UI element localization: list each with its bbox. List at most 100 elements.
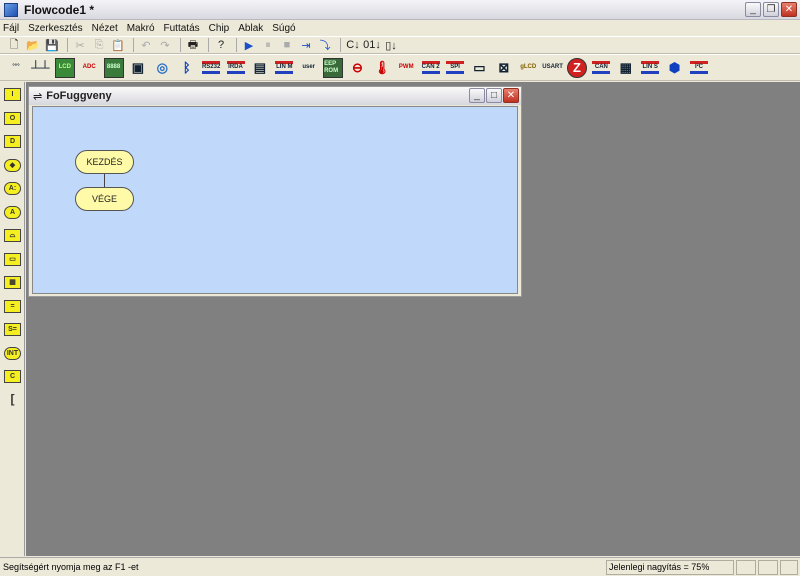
minimize-button[interactable]: _	[745, 2, 761, 17]
menu-2[interactable]: Nézet	[92, 23, 118, 34]
components-toolbar: °°° ┴┴ LCD ADC 8888 ▣ ◎ ᛒ RS232 IRDA ▤ LIN M user EEP…	[0, 54, 800, 81]
alarm-icon[interactable]: ⊖	[347, 58, 367, 78]
start-node[interactable]: KEZDÉS	[75, 150, 134, 174]
toolbar-separator	[236, 38, 237, 52]
user-component-icon[interactable]: user	[299, 58, 319, 78]
palette-item-6[interactable]: ⌓	[4, 229, 21, 242]
seven-seg-icon[interactable]: 8888	[103, 57, 124, 78]
switches-icon[interactable]: ┴┴	[30, 58, 50, 78]
child-maximize-button[interactable]: □	[486, 88, 502, 103]
keypad-icon[interactable]: ▣	[128, 58, 148, 78]
icon-label: LIN S	[642, 64, 658, 70]
child-close-button[interactable]: ✕	[503, 88, 519, 103]
flowchart-window-titlebar[interactable]: ⇌ FoFuggveny	[29, 87, 521, 105]
palette-item-12[interactable]: C	[4, 370, 21, 383]
palette-item-4[interactable]: A:	[4, 182, 21, 195]
paste-icon[interactable]: 📋	[110, 37, 126, 53]
child-minimize-button[interactable]: _	[469, 88, 485, 103]
open-icon[interactable]: 📂	[25, 37, 41, 53]
thermometer-icon[interactable]: 🌡	[372, 58, 392, 78]
i2c-icon[interactable]: I²C	[689, 58, 709, 78]
lin-slave-icon[interactable]: LIN S	[640, 58, 660, 78]
icon-label: ⬢	[668, 60, 681, 75]
compile-hex-icon[interactable]: 01↓	[363, 37, 381, 53]
icon-label: RS232	[201, 64, 221, 70]
palette-item-2[interactable]: D	[4, 135, 21, 148]
standard-toolbar: 🗋 📂 💾 ✂ ⎘ 📋 ↶ ↷ 🖶? ▶ ⏸ ■ ⇥ ⤵ C↓ 01↓ ▯↓	[0, 36, 800, 54]
palette-item-13[interactable]: [	[4, 393, 21, 407]
keypad-matrix-icon[interactable]: ▦	[616, 58, 636, 78]
new-icon[interactable]: 🗋	[6, 37, 22, 53]
irda-icon[interactable]: IRDA	[226, 58, 246, 78]
status-panel	[780, 560, 798, 575]
palette-item-7[interactable]: ▭	[4, 252, 21, 266]
robot-icon[interactable]: ⬢	[665, 58, 685, 78]
pwm-icon[interactable]: PWM	[396, 58, 416, 78]
palette-item-10[interactable]: S=	[4, 323, 21, 336]
icon-label: I²C	[694, 64, 703, 70]
compile-c-icon[interactable]: C↓	[345, 37, 361, 53]
stop-icon[interactable]: ■	[279, 37, 295, 53]
web-icon[interactable]: ◎	[152, 58, 172, 78]
tftp-icon[interactable]: ▭	[469, 58, 489, 78]
bluetooth-icon[interactable]: ᛒ	[177, 58, 197, 78]
step-into-icon[interactable]: ⇥	[298, 37, 314, 53]
leds-icon[interactable]: °°°	[6, 58, 26, 78]
save-icon[interactable]: 💾	[44, 37, 60, 53]
redo-icon[interactable]: ↷	[157, 37, 173, 53]
mdi-workspace: ⇌ FoFuggveny _ □ ✕ KEZDÉS VÉGE	[26, 82, 800, 556]
icon-label: Z	[573, 60, 581, 75]
palette-item-8[interactable]: ▦	[4, 276, 21, 289]
compile-chip-icon[interactable]: ▯↓	[383, 37, 399, 53]
icon-label: ▦	[619, 60, 632, 75]
step-over-icon[interactable]: ⤵	[317, 37, 333, 53]
menu-4[interactable]: Futtatás	[164, 23, 200, 34]
zigbee-icon[interactable]: Z	[566, 57, 587, 78]
palette-item-0[interactable]: I	[4, 88, 21, 101]
usart-icon[interactable]: USART	[542, 58, 563, 78]
copy-icon[interactable]: ⎘	[91, 37, 107, 53]
close-button[interactable]: ✕	[781, 2, 797, 17]
palette-item-9[interactable]: =	[4, 299, 21, 313]
flowchart-icon-palette: I O D ◆ A: A ⌓ ▭ ▦ = S= INT C [	[0, 82, 25, 556]
run-icon[interactable]: ▶	[241, 37, 257, 53]
glcd-icon[interactable]: gLCD	[518, 58, 538, 78]
lcd-icon[interactable]: LCD	[54, 57, 75, 78]
connector-line	[104, 173, 105, 188]
spi-icon[interactable]: SPI	[445, 58, 465, 78]
undo-icon[interactable]: ↶	[138, 37, 154, 53]
menu-6[interactable]: Ablak	[238, 23, 263, 34]
end-node[interactable]: VÉGE	[75, 187, 134, 211]
rs232-icon[interactable]: RS232	[201, 58, 221, 78]
file-icon[interactable]: ▤	[250, 58, 270, 78]
menu-7[interactable]: Súgó	[272, 23, 295, 34]
print-icon[interactable]: 🖶	[185, 37, 201, 53]
toolbar-separator	[67, 38, 68, 52]
cut-icon[interactable]: ✂	[72, 37, 88, 53]
restore-button[interactable]: ❐	[763, 2, 779, 17]
help-icon[interactable]: ?	[213, 37, 229, 53]
palette-item-3[interactable]: ◆	[4, 158, 21, 172]
palette-item-5[interactable]: A	[4, 205, 21, 219]
menu-bar: Fájl Szerkesztés Nézet Makró Futtatás Chip Abl…	[0, 20, 800, 36]
window-title: Flowcode1 *	[24, 2, 95, 17]
menu-5[interactable]: Chip	[209, 23, 230, 34]
title-bar: Flowcode1 * _ ❐ ✕	[0, 0, 800, 20]
eeprom-icon[interactable]: EEP ROM	[323, 57, 344, 78]
adc-icon[interactable]: ADC	[79, 58, 99, 78]
menu-0[interactable]: Fájl	[3, 23, 19, 34]
lin-master-icon[interactable]: LIN M	[274, 58, 294, 78]
icon-label: 🌡	[373, 60, 391, 75]
palette-item-1[interactable]: O	[4, 111, 21, 125]
icon-label: ◎	[156, 60, 169, 75]
palette-item-11[interactable]: INT	[4, 346, 21, 360]
touch-icon[interactable]: ⊠	[494, 58, 514, 78]
can2-icon[interactable]: CAN 2	[421, 58, 441, 78]
menu-1[interactable]: Szerkesztés	[28, 23, 82, 34]
flowchart-icon: ⇌	[33, 90, 43, 103]
pause-icon[interactable]: ⏸	[260, 37, 276, 53]
flowchart-canvas[interactable]: KEZDÉS VÉGE	[32, 106, 518, 294]
can-icon[interactable]: CAN	[591, 58, 611, 78]
menu-3[interactable]: Makró	[127, 23, 155, 34]
icon-label: 8888	[106, 64, 121, 70]
